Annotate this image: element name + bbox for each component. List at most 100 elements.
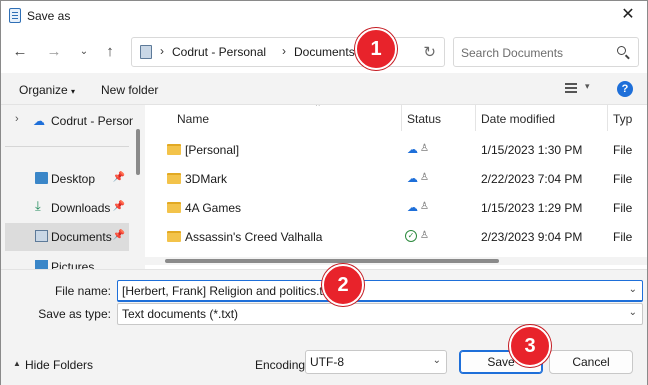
search-input[interactable]: Search Documents bbox=[453, 37, 639, 67]
date-modified: 2/22/2023 7:04 PM bbox=[481, 172, 583, 186]
sidebar-item-label: Desktop bbox=[51, 172, 96, 186]
callout-badge-2: 2 bbox=[322, 264, 364, 306]
sidebar-item-label: Documents bbox=[51, 230, 112, 244]
file-list-horizontal-scrollbar[interactable] bbox=[145, 257, 647, 265]
caret-up-icon: ▲ bbox=[13, 359, 21, 368]
date-modified: 2/23/2023 9:04 PM bbox=[481, 230, 583, 244]
arrow-up-icon[interactable]: ↑ bbox=[101, 43, 119, 61]
cancel-button[interactable]: Cancel bbox=[549, 350, 633, 374]
sidebar-scrollbar[interactable] bbox=[133, 105, 143, 269]
chevron-down-icon[interactable]: ⌄ bbox=[75, 43, 93, 61]
arrow-right-icon[interactable]: → bbox=[45, 43, 63, 61]
address-bar[interactable]: › Codrut - Personal › Documents › ↻ bbox=[131, 37, 445, 67]
documents-icon bbox=[35, 230, 48, 242]
table-row[interactable]: 3DMark ☁ ♙ 2/22/2023 7:04 PM File bbox=[145, 164, 647, 193]
file-type: File bbox=[613, 201, 633, 215]
scrollbar-thumb[interactable] bbox=[165, 259, 499, 263]
folder-icon bbox=[167, 202, 181, 213]
save-as-dialog: Save as ✕ ← → ⌄ ↑ › Codrut - Personal › … bbox=[0, 0, 648, 385]
file-type: File bbox=[613, 230, 633, 244]
desktop-icon bbox=[35, 172, 48, 184]
navigation-bar: ← → ⌄ ↑ › Codrut - Personal › Documents … bbox=[1, 31, 647, 73]
title-bar: Save as ✕ bbox=[1, 1, 647, 31]
save-type-value: Text documents (*.txt) bbox=[122, 307, 239, 321]
chevron-down-icon[interactable]: ⌄ bbox=[433, 355, 441, 366]
column-divider[interactable] bbox=[607, 105, 608, 131]
pin-icon[interactable]: 📌 bbox=[113, 230, 125, 241]
folder-icon bbox=[167, 231, 181, 242]
chevron-right-icon[interactable]: › bbox=[15, 113, 19, 125]
pictures-icon bbox=[35, 260, 48, 269]
sort-ascending-icon: ⌃ bbox=[314, 105, 322, 112]
person-icon: ♙ bbox=[420, 201, 429, 212]
sidebar-item-downloads[interactable]: ⤓ Downloads 📌 bbox=[5, 194, 129, 222]
encoding-value: UTF-8 bbox=[310, 355, 344, 369]
pin-icon[interactable]: 📌 bbox=[113, 201, 125, 212]
file-type: File bbox=[613, 143, 633, 157]
table-row[interactable]: Assassin's Creed Valhalla ✓ ♙ 2/23/2023 … bbox=[145, 222, 647, 251]
file-name-field[interactable]: [Herbert, Frank] Religion and politics.t… bbox=[117, 280, 643, 302]
divider bbox=[5, 146, 129, 147]
date-modified: 1/15/2023 1:30 PM bbox=[481, 143, 583, 157]
view-options-icon[interactable] bbox=[565, 83, 577, 93]
refresh-icon[interactable]: ↻ bbox=[423, 43, 436, 61]
navigation-pane: › ☁ Codrut - Persona Desktop 📌 ⤓ Downloa… bbox=[1, 105, 133, 269]
window-title: Save as bbox=[27, 9, 71, 23]
column-header-type[interactable]: Typ bbox=[613, 105, 632, 131]
new-folder-button[interactable]: New folder bbox=[101, 83, 158, 97]
file-name-label: File name: bbox=[54, 284, 111, 298]
close-icon[interactable]: ✕ bbox=[619, 6, 637, 24]
command-bar: Organize ▾ New folder ▾ ? bbox=[1, 73, 647, 105]
sidebar-item-label: Codrut - Persona bbox=[51, 114, 133, 128]
arrow-left-icon[interactable]: ← bbox=[11, 43, 29, 61]
synced-check-icon: ✓ bbox=[405, 230, 417, 242]
column-header-status[interactable]: Status bbox=[407, 105, 441, 131]
folder-icon bbox=[167, 144, 181, 155]
help-icon[interactable]: ? bbox=[617, 81, 633, 97]
chevron-down-icon[interactable]: ⌄ bbox=[629, 284, 637, 295]
file-name: 4A Games bbox=[185, 201, 242, 215]
hide-folders-button[interactable]: ▲ Hide Folders bbox=[13, 358, 93, 372]
folder-location-icon bbox=[140, 45, 152, 59]
person-icon: ♙ bbox=[420, 143, 429, 154]
encoding-label: Encoding: bbox=[255, 358, 309, 372]
chevron-right-icon: › bbox=[160, 44, 164, 58]
cloud-icon: ☁ bbox=[407, 173, 418, 185]
search-icon bbox=[617, 46, 626, 55]
callout-badge-3: 3 bbox=[509, 325, 551, 367]
column-header-name[interactable]: ⌃ Name bbox=[177, 105, 322, 131]
file-name: Assassin's Creed Valhalla bbox=[185, 230, 323, 244]
chevron-right-icon: › bbox=[282, 44, 286, 58]
scrollbar-thumb[interactable] bbox=[136, 129, 140, 175]
cloud-icon: ☁ bbox=[33, 114, 45, 128]
column-header-date[interactable]: Date modified bbox=[481, 105, 555, 131]
file-type: File bbox=[613, 172, 633, 186]
person-icon: ♙ bbox=[420, 172, 429, 183]
cloud-icon: ☁ bbox=[407, 144, 418, 156]
sidebar-item-label: Pictures bbox=[51, 260, 95, 269]
file-list: ⌃ Name Status Date modified Typ [Persona… bbox=[145, 105, 647, 269]
pin-icon[interactable]: 📌 bbox=[113, 172, 125, 183]
save-type-label: Save as type: bbox=[38, 307, 111, 321]
sidebar-item-desktop[interactable]: Desktop 📌 bbox=[5, 165, 129, 193]
chevron-down-icon[interactable]: ▾ bbox=[585, 81, 590, 92]
breadcrumb-personal[interactable]: Codrut - Personal bbox=[172, 45, 266, 59]
search-placeholder: Search Documents bbox=[461, 46, 564, 60]
file-name-value: [Herbert, Frank] Religion and politics.t… bbox=[122, 284, 333, 298]
column-divider[interactable] bbox=[401, 105, 402, 131]
breadcrumb-documents[interactable]: Documents bbox=[294, 45, 355, 59]
encoding-select[interactable]: UTF-8 ⌄ bbox=[305, 350, 447, 374]
table-row[interactable]: 4A Games ☁ ♙ 1/15/2023 1:29 PM File bbox=[145, 193, 647, 222]
organize-button[interactable]: Organize ▾ bbox=[19, 83, 75, 97]
sidebar-item-pictures[interactable]: Pictures bbox=[5, 253, 129, 269]
download-icon: ⤓ bbox=[35, 198, 41, 213]
cloud-icon: ☁ bbox=[407, 202, 418, 214]
sidebar-item-onedrive[interactable]: › ☁ Codrut - Persona bbox=[5, 107, 133, 135]
folder-icon bbox=[167, 173, 181, 184]
column-divider[interactable] bbox=[475, 105, 476, 131]
chevron-down-icon[interactable]: ⌄ bbox=[629, 307, 637, 318]
sidebar-item-label: Downloads bbox=[51, 201, 111, 215]
table-row[interactable]: [Personal] ☁ ♙ 1/15/2023 1:30 PM File bbox=[145, 135, 647, 164]
sidebar-item-documents[interactable]: Documents 📌 bbox=[5, 223, 129, 251]
save-type-select[interactable]: Text documents (*.txt) ⌄ bbox=[117, 303, 643, 325]
